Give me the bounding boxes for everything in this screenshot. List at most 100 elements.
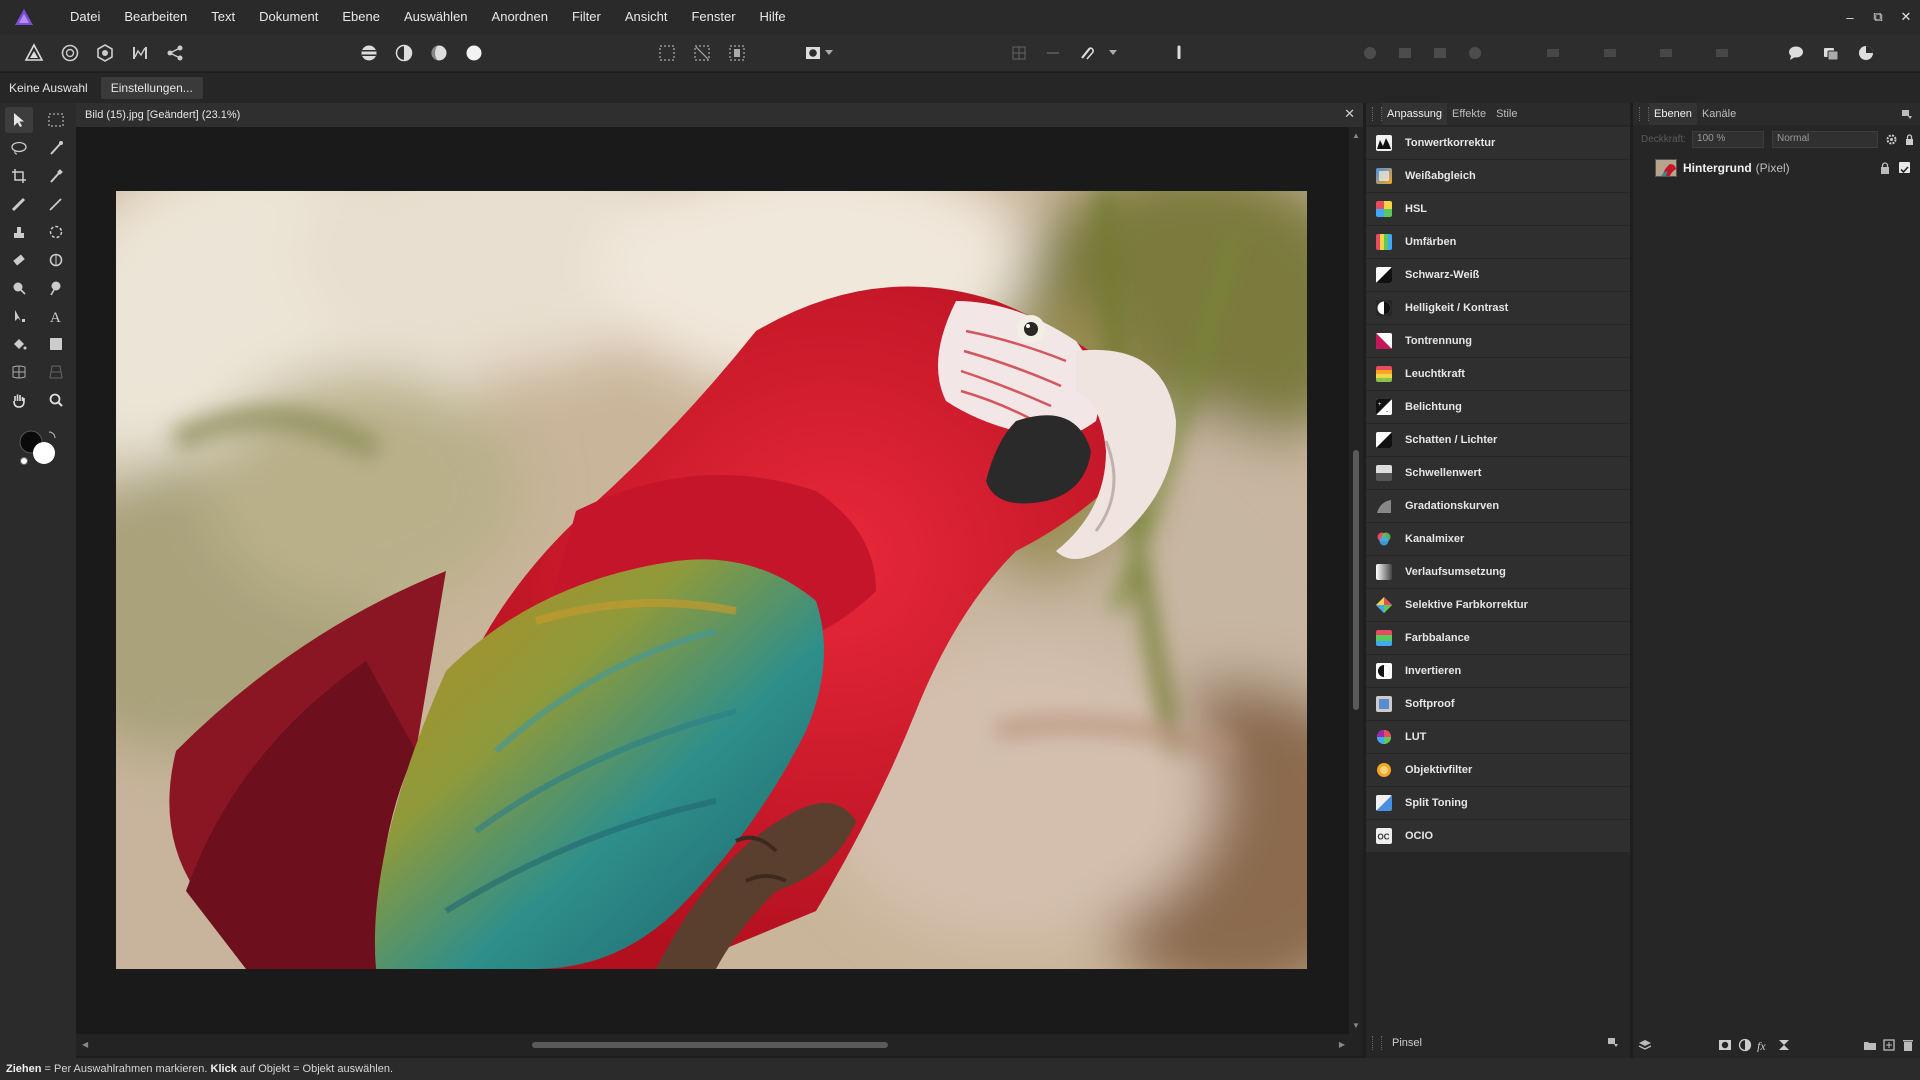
fx-icon[interactable]: fx [1757, 1038, 1771, 1052]
adjustment-item[interactable]: Softproof [1366, 688, 1630, 721]
erase-brush-tool-icon[interactable] [5, 247, 33, 273]
parrot-photo[interactable] [116, 191, 1307, 969]
dodge-tool-icon[interactable] [42, 247, 70, 273]
lasso-tool-icon[interactable] [5, 135, 33, 161]
minimize-button[interactable]: – [1836, 3, 1864, 31]
zoom-tool-icon[interactable] [42, 387, 70, 413]
close-document-icon[interactable]: ✕ [1344, 106, 1355, 122]
rectangle-tool-icon[interactable] [42, 331, 70, 357]
scroll-left-icon[interactable]: ◀ [82, 1040, 88, 1049]
scroll-right-icon[interactable]: ▶ [1339, 1040, 1345, 1049]
chevron-down-icon[interactable] [1106, 40, 1120, 66]
transform-icon[interactable] [1462, 40, 1488, 66]
arrange-icon[interactable] [1392, 40, 1418, 66]
panel-menu-icon[interactable] [1608, 1037, 1618, 1047]
smudge-tool-icon[interactable] [42, 275, 70, 301]
assistant-icon[interactable] [1783, 40, 1809, 66]
preferences-pie-icon[interactable] [1853, 40, 1879, 66]
export-persona-icon[interactable] [162, 40, 188, 66]
liquify-persona-icon[interactable] [57, 40, 83, 66]
order-front-icon[interactable] [1709, 40, 1735, 66]
new-pixel-layer-icon[interactable] [1882, 1038, 1896, 1052]
menu-hilfe[interactable]: Hilfe [748, 0, 798, 34]
layer-row-hintergrund[interactable]: Hintergrund (Pixel) [1633, 157, 1920, 179]
snapping-grid-icon[interactable] [1006, 40, 1032, 66]
layers-stack-icon[interactable] [1638, 1038, 1652, 1052]
tab-ebenen[interactable]: Ebenen [1649, 103, 1697, 125]
adjustment-item[interactable]: Split Toning [1366, 787, 1630, 820]
node-tool-icon[interactable] [5, 303, 33, 329]
snapping-magnet-icon[interactable] [1074, 40, 1100, 66]
canvas[interactable] [76, 127, 1349, 1034]
horizontal-scroll-thumb[interactable] [532, 1042, 888, 1048]
order-back-icon[interactable] [1597, 40, 1623, 66]
adjustment-item[interactable]: Objektivfilter [1366, 754, 1630, 787]
menu-filter[interactable]: Filter [560, 0, 613, 34]
adjustment-item[interactable]: Gradationskurven [1366, 490, 1630, 523]
menu-datei[interactable]: Datei [58, 0, 112, 34]
menu-dokument[interactable]: Dokument [247, 0, 330, 34]
horizontal-scrollbar[interactable]: ◀ ▶ [76, 1034, 1363, 1056]
context-toolbar-icon[interactable] [1166, 40, 1192, 66]
personas-windows-icon[interactable] [1818, 40, 1844, 66]
adjustment-item[interactable]: Selektive Farbkorrektur [1366, 589, 1630, 622]
adjustment-item[interactable]: Farbbalance [1366, 622, 1630, 655]
distribute-icon[interactable] [1427, 40, 1453, 66]
invert-selection-icon[interactable] [724, 40, 750, 66]
adjustment-item[interactable]: Kanalmixer [1366, 523, 1630, 556]
adjustment-item[interactable]: OC OCIO [1366, 820, 1630, 853]
menu-ebene[interactable]: Ebene [330, 0, 392, 34]
panel-menu-icon[interactable] [1902, 109, 1912, 119]
adjustment-item[interactable]: LUT [1366, 721, 1630, 754]
adjustment-item[interactable]: Umfärben [1366, 226, 1630, 259]
order-forward-icon[interactable] [1653, 40, 1679, 66]
tab-kanaele[interactable]: Kanäle [1697, 103, 1741, 125]
blend-mode-select[interactable]: Normal [1772, 130, 1879, 148]
clone-brush-tool-icon[interactable] [5, 219, 33, 245]
lock-icon[interactable] [1880, 162, 1890, 174]
pixel-tool-icon[interactable] [42, 191, 70, 217]
adjustment-item[interactable]: Weißabgleich [1366, 160, 1630, 193]
adjustment-item[interactable]: Schwellenwert [1366, 457, 1630, 490]
auto-levels-icon[interactable] [356, 40, 382, 66]
sponge-tool-icon[interactable] [5, 275, 33, 301]
chevron-down-icon[interactable] [822, 40, 836, 66]
selection-rectangle-icon[interactable] [654, 40, 680, 66]
photo-persona-icon[interactable] [21, 40, 47, 66]
color-swatches[interactable] [17, 425, 61, 469]
opacity-field[interactable]: 100 % [1692, 130, 1765, 148]
new-group-icon[interactable] [1863, 1038, 1877, 1052]
adjustment-layer-icon[interactable] [1738, 1038, 1752, 1052]
adjustment-item[interactable]: Leuchtkraft [1366, 358, 1630, 391]
arrow-right-icon[interactable] [1040, 40, 1066, 66]
delete-layer-icon[interactable] [1901, 1038, 1915, 1052]
develop-persona-icon[interactable] [92, 40, 118, 66]
adjustment-item[interactable]: Helligkeit / Kontrast [1366, 292, 1630, 325]
blur-brush-tool-icon[interactable] [42, 219, 70, 245]
menu-fenster[interactable]: Fenster [679, 0, 747, 34]
tab-stile[interactable]: Stile [1491, 103, 1522, 125]
menu-ansicht[interactable]: Ansicht [613, 0, 680, 34]
adjustment-item[interactable]: HSL [1366, 193, 1630, 226]
adjustment-item[interactable]: Schwarz-Weiß [1366, 259, 1630, 292]
vertical-scroll-thumb[interactable] [1353, 450, 1359, 710]
scroll-up-icon[interactable]: ▲ [1352, 131, 1360, 140]
crop-tool-icon[interactable] [5, 163, 33, 189]
adjustment-item[interactable]: + - Belichtung [1366, 391, 1630, 424]
menu-bearbeiten[interactable]: Bearbeiten [112, 0, 199, 34]
hand-tool-icon[interactable] [5, 387, 33, 413]
adjustment-item[interactable]: Tontrennung [1366, 325, 1630, 358]
mask-layer-icon[interactable] [1718, 1038, 1732, 1052]
adjustment-item[interactable]: Invertieren [1366, 655, 1630, 688]
menu-anordnen[interactable]: Anordnen [480, 0, 560, 34]
menu-auswaehlen[interactable]: Auswählen [392, 0, 480, 34]
auto-colors-icon[interactable] [426, 40, 452, 66]
layer-visibility-checkbox[interactable] [1899, 162, 1910, 174]
selection-brush-tool-icon[interactable] [42, 135, 70, 161]
color-swatch-icon[interactable] [17, 425, 61, 469]
tab-anpassung[interactable]: Anpassung [1382, 103, 1448, 125]
affinity-photo-logo-icon[interactable] [14, 8, 34, 26]
order-icon[interactable] [1540, 40, 1566, 66]
menu-text[interactable]: Text [199, 0, 247, 34]
gear-icon[interactable] [1886, 134, 1897, 145]
